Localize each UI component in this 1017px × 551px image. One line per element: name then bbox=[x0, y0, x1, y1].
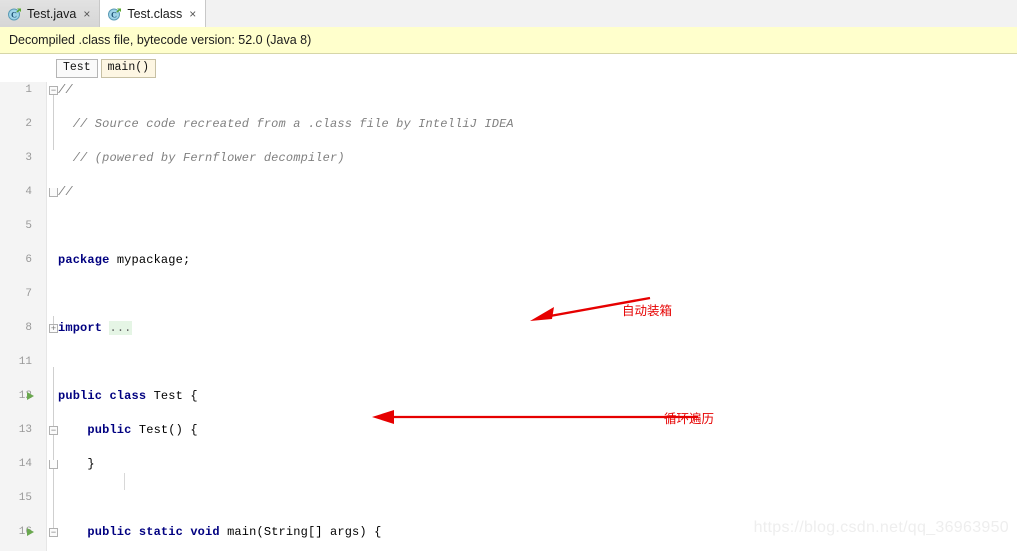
fold-toggle-icon[interactable] bbox=[49, 528, 58, 537]
code-text: import ... bbox=[58, 321, 132, 335]
java-class-icon: C bbox=[8, 7, 22, 21]
watermark: https://blog.csdn.net/qq_36963950 bbox=[753, 519, 1009, 536]
code-text: // bbox=[58, 185, 73, 199]
close-icon[interactable]: × bbox=[83, 8, 90, 20]
code-lines: 1 // 2 // Source code recreated from a .cl… bbox=[0, 82, 1017, 539]
code-editor[interactable]: 1 // 2 // Source code recreated from a .cl… bbox=[0, 82, 1017, 551]
breadcrumb: Test main() bbox=[0, 55, 1017, 82]
svg-text:C: C bbox=[111, 10, 117, 19]
close-icon[interactable]: × bbox=[189, 8, 196, 20]
code-line[interactable]: 11 bbox=[0, 354, 1017, 371]
line-number: 8 bbox=[25, 322, 32, 334]
tab-label: Test.class bbox=[127, 6, 183, 21]
tab-label: Test.java bbox=[27, 6, 77, 21]
code-text: // (powered by Fernflower decompiler) bbox=[58, 151, 345, 165]
intellij-decompiled-class-view: C Test.java × C Test.class × Decompiled … bbox=[0, 0, 1017, 551]
fold-toggle-icon[interactable] bbox=[49, 188, 58, 197]
line-number: 11 bbox=[18, 356, 32, 368]
code-line[interactable]: 15 bbox=[0, 490, 1017, 507]
code-line[interactable]: 1 // bbox=[0, 82, 1017, 99]
line-number: 13 bbox=[18, 424, 32, 436]
line-number: 7 bbox=[25, 288, 32, 300]
code-line[interactable]: 2 // Source code recreated from a .class… bbox=[0, 116, 1017, 133]
code-line[interactable]: 5 bbox=[0, 218, 1017, 235]
line-number: 5 bbox=[25, 220, 32, 232]
line-number: 6 bbox=[25, 254, 32, 266]
fold-toggle-icon[interactable] bbox=[49, 324, 58, 333]
line-number: 15 bbox=[18, 492, 32, 504]
decompiled-notification-bar: Decompiled .class file, bytecode version… bbox=[0, 27, 1017, 54]
tab-test-class[interactable]: C Test.class × bbox=[100, 0, 207, 28]
line-number: 4 bbox=[25, 186, 32, 198]
annotation-label-loop: 循环遍历 bbox=[664, 411, 715, 426]
line-number: 14 bbox=[18, 458, 32, 470]
code-text: public class Test { bbox=[58, 389, 198, 403]
line-number: 3 bbox=[25, 152, 32, 164]
line-number: 2 bbox=[25, 118, 32, 130]
code-text: package mypackage; bbox=[58, 253, 191, 267]
code-line[interactable]: 8 import ... bbox=[0, 320, 1017, 337]
notification-text: Decompiled .class file, bytecode version… bbox=[9, 33, 312, 47]
line-number: 1 bbox=[25, 84, 32, 96]
tab-bar-empty-space bbox=[206, 0, 1017, 27]
tab-test-java[interactable]: C Test.java × bbox=[0, 0, 101, 27]
code-line[interactable]: 12 public class Test { bbox=[0, 388, 1017, 405]
code-line[interactable]: 14 } bbox=[0, 456, 1017, 473]
breadcrumb-item-class[interactable]: Test bbox=[56, 59, 98, 78]
run-gutter-icon[interactable] bbox=[27, 528, 34, 536]
code-text: // Source code recreated from a .class f… bbox=[58, 117, 514, 131]
run-gutter-icon[interactable] bbox=[27, 392, 34, 400]
svg-text:C: C bbox=[11, 10, 17, 19]
code-line[interactable]: 4 // bbox=[0, 184, 1017, 201]
java-class-icon: C bbox=[108, 7, 122, 21]
editor-tab-bar: C Test.java × C Test.class × bbox=[0, 0, 1017, 28]
code-text: } bbox=[58, 457, 95, 471]
code-text: public static void main(String[] args) { bbox=[87, 525, 382, 539]
code-line[interactable]: 7 bbox=[0, 286, 1017, 303]
code-text: public Test() { bbox=[87, 423, 198, 437]
code-line[interactable]: 6 package mypackage; bbox=[0, 252, 1017, 269]
fold-toggle-icon[interactable] bbox=[49, 86, 58, 95]
fold-toggle-icon[interactable] bbox=[49, 460, 58, 469]
annotation-arrow-loop bbox=[372, 410, 698, 424]
annotation-label-autoboxing: 自动装箱 bbox=[622, 303, 673, 318]
fold-toggle-icon[interactable] bbox=[49, 426, 58, 435]
code-line[interactable]: 3 // (powered by Fernflower decompiler) bbox=[0, 150, 1017, 167]
breadcrumb-item-method[interactable]: main() bbox=[100, 59, 157, 78]
code-text: // bbox=[58, 83, 73, 97]
